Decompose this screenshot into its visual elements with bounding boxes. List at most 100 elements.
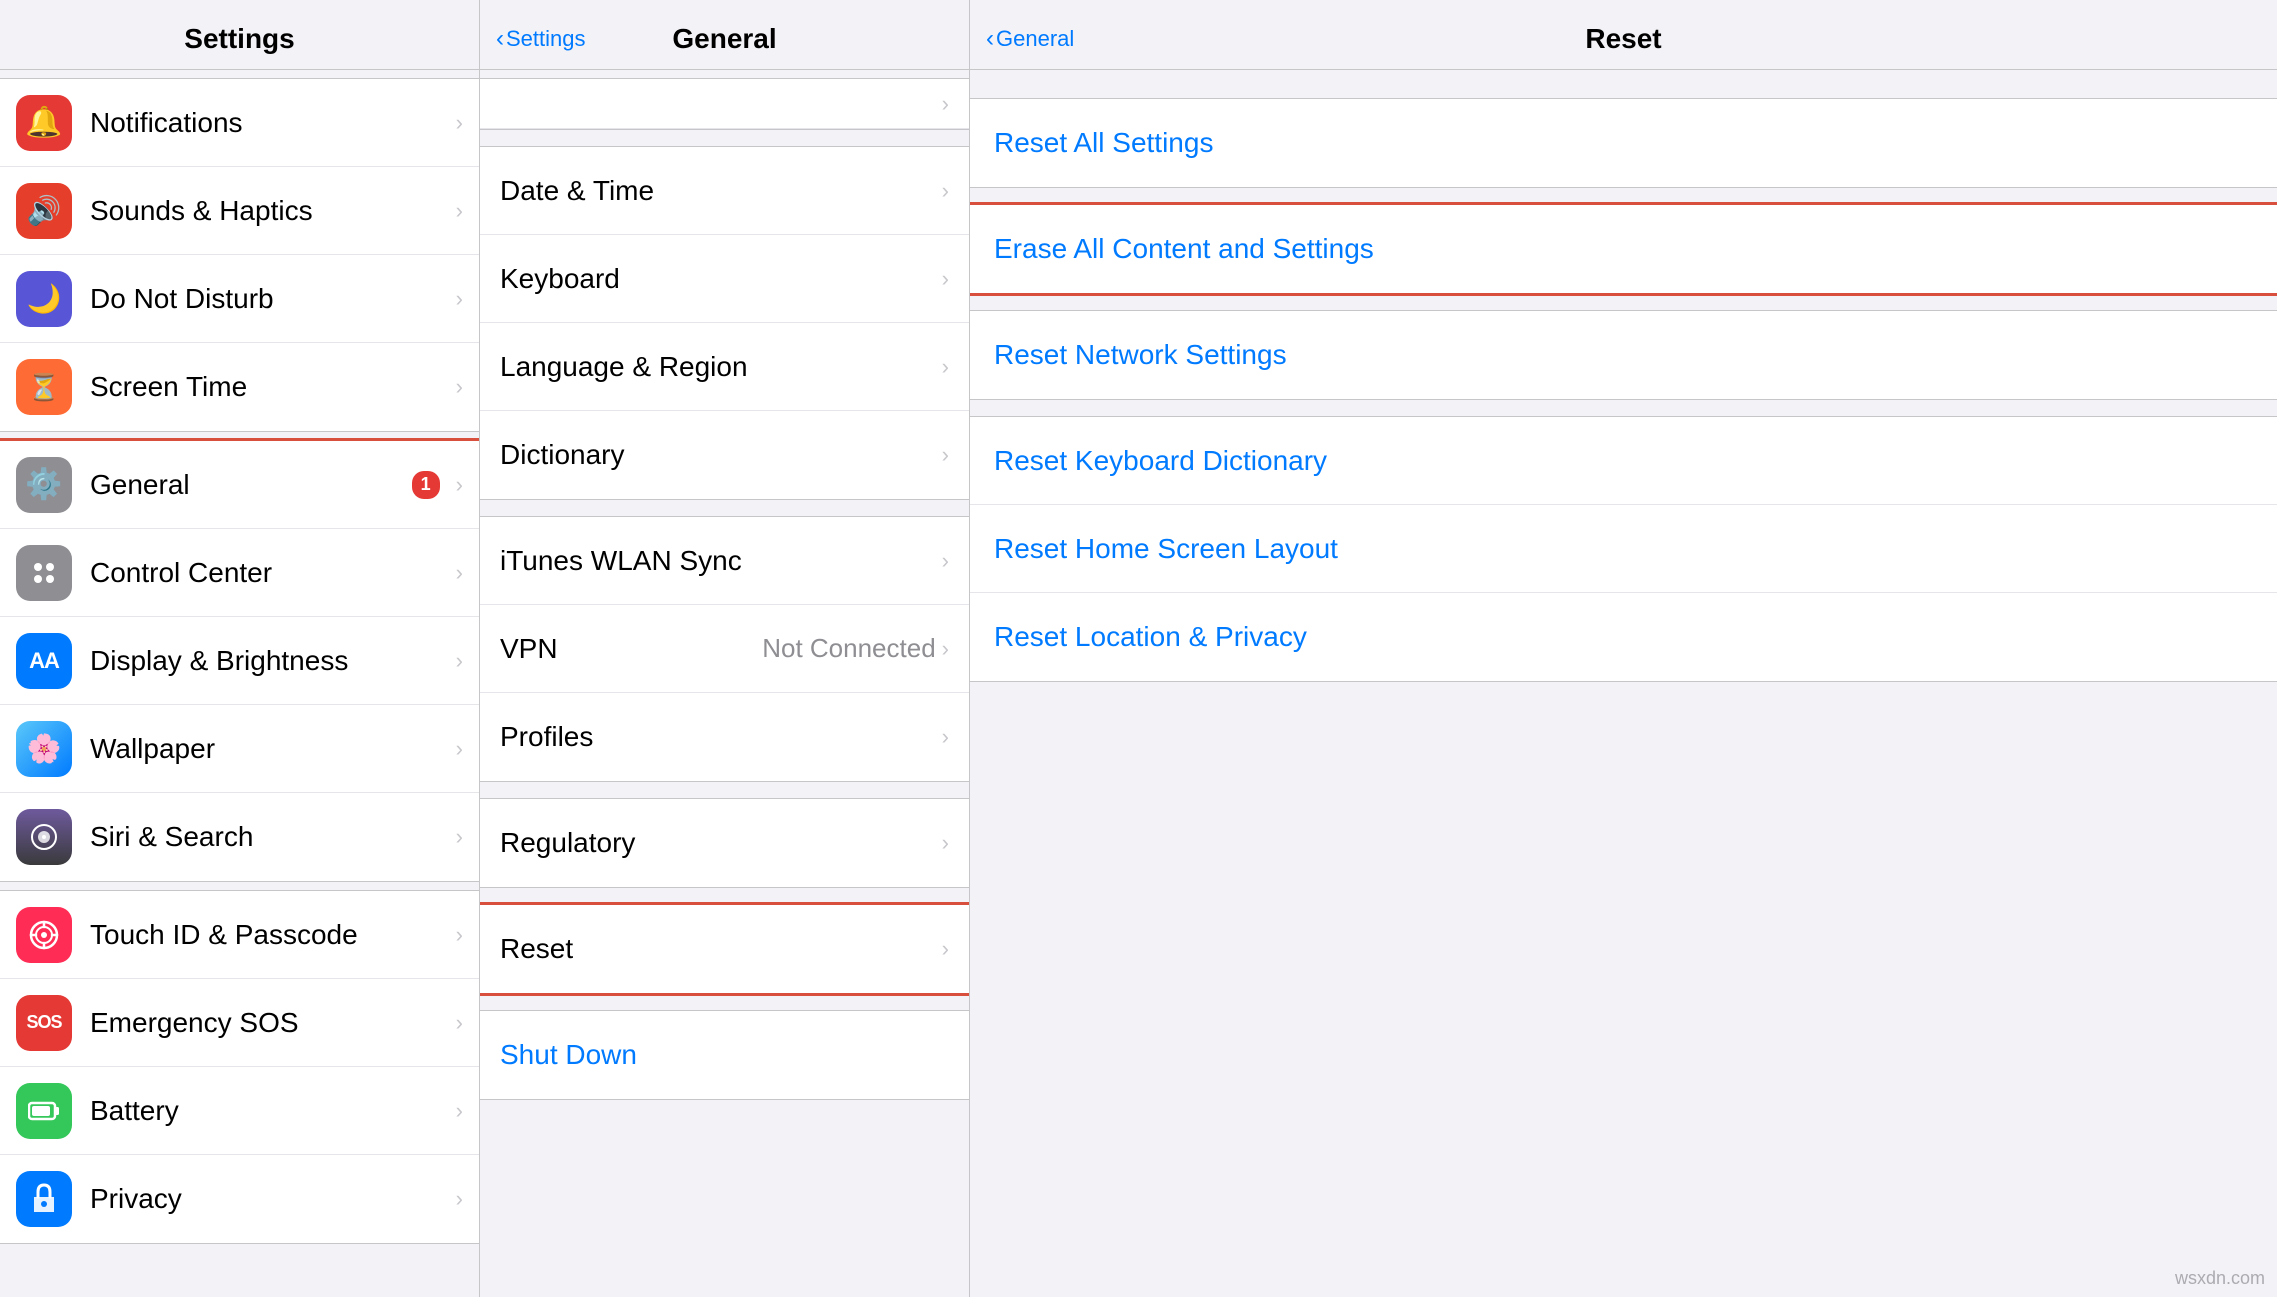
general-row-shutdown[interactable]: Shut Down <box>480 1011 969 1099</box>
settings-row-touchid[interactable]: Touch ID & Passcode › <box>0 891 479 979</box>
reset-row-location[interactable]: Reset Location & Privacy <box>970 593 2277 681</box>
general-partial-row: › <box>480 79 969 129</box>
keyboard-label: Keyboard <box>500 263 942 295</box>
general-group-1: Date & Time › Keyboard › Language & Regi… <box>480 146 969 500</box>
vpn-chevron: › <box>942 636 949 662</box>
reset-spacer-5 <box>970 690 2277 720</box>
touchid-chevron: › <box>456 922 463 948</box>
general-row-dictionary[interactable]: Dictionary › <box>480 411 969 499</box>
touchid-label: Touch ID & Passcode <box>90 919 450 951</box>
settings-row-screentime[interactable]: ⏳ Screen Time › <box>0 343 479 431</box>
vpn-label: VPN <box>500 633 762 665</box>
display-label: Display & Brightness <box>90 645 450 677</box>
reset-group-1: Reset All Settings <box>970 98 2277 188</box>
general-group-2: iTunes WLAN Sync › VPN Not Connected › P… <box>480 516 969 782</box>
settings-row-privacy[interactable]: Privacy › <box>0 1155 479 1243</box>
battery-chevron: › <box>456 1098 463 1124</box>
reset-group-3: Reset Network Settings <box>970 310 2277 400</box>
general-spacer-5 <box>480 1002 969 1010</box>
reset-back-chevron: ‹ <box>986 25 994 53</box>
profiles-label: Profiles <box>500 721 942 753</box>
reset-network-label: Reset Network Settings <box>994 339 1287 371</box>
reset-row-erase-all[interactable]: Erase All Content and Settings <box>970 205 2277 293</box>
watermark: wsxdn.com <box>2175 1268 2265 1289</box>
itunes-label: iTunes WLAN Sync <box>500 545 942 577</box>
wallpaper-icon: 🌸 <box>16 721 72 777</box>
reset-header: ‹ General Reset <box>970 0 2277 70</box>
general-back-button[interactable]: ‹ Settings <box>496 25 586 53</box>
siri-chevron: › <box>456 824 463 850</box>
datetime-label: Date & Time <box>500 175 942 207</box>
wallpaper-label: Wallpaper <box>90 733 450 765</box>
general-group-3: Regulatory › <box>480 798 969 888</box>
settings-row-sounds[interactable]: 🔊 Sounds & Haptics › <box>0 167 479 255</box>
notifications-label: Notifications <box>90 107 450 139</box>
settings-group-3: Touch ID & Passcode › SOS Emergency SOS … <box>0 890 479 1244</box>
reset-location-label: Reset Location & Privacy <box>994 621 1307 653</box>
general-row-keyboard[interactable]: Keyboard › <box>480 235 969 323</box>
general-row-language[interactable]: Language & Region › <box>480 323 969 411</box>
profiles-chevron: › <box>942 724 949 750</box>
language-label: Language & Region <box>500 351 942 383</box>
settings-row-wallpaper[interactable]: 🌸 Wallpaper › <box>0 705 479 793</box>
settings-row-display[interactable]: AA Display & Brightness › <box>0 617 479 705</box>
settings-row-donotdisturb[interactable]: 🌙 Do Not Disturb › <box>0 255 479 343</box>
settings-row-emergencysos[interactable]: SOS Emergency SOS › <box>0 979 479 1067</box>
privacy-label: Privacy <box>90 1183 450 1215</box>
settings-title: Settings <box>184 23 294 55</box>
screentime-icon: ⏳ <box>16 359 72 415</box>
general-icon: ⚙️ <box>16 457 72 513</box>
sounds-label: Sounds & Haptics <box>90 195 450 227</box>
general-group-5: Shut Down <box>480 1010 969 1100</box>
reset-row-keyboard-dict[interactable]: Reset Keyboard Dictionary <box>970 417 2277 505</box>
settings-group-1: 🔔 Notifications › 🔊 Sounds & Haptics › 🌙… <box>0 78 479 432</box>
siri-icon <box>16 809 72 865</box>
reset-spacer-3 <box>970 302 2277 310</box>
general-group-4: Reset › <box>480 904 969 994</box>
emergencysos-icon: SOS <box>16 995 72 1051</box>
reset-row-all-settings[interactable]: Reset All Settings <box>970 99 2277 187</box>
sounds-icon: 🔊 <box>16 183 72 239</box>
general-row-itunes[interactable]: iTunes WLAN Sync › <box>480 517 969 605</box>
reset-spacer-1 <box>970 78 2277 98</box>
reset-back-button[interactable]: ‹ General <box>986 25 1074 53</box>
emergencysos-label: Emergency SOS <box>90 1007 450 1039</box>
reset-home-label: Reset Home Screen Layout <box>994 533 1338 565</box>
shutdown-label: Shut Down <box>500 1039 637 1071</box>
dictionary-label: Dictionary <box>500 439 942 471</box>
general-row-regulatory[interactable]: Regulatory › <box>480 799 969 887</box>
reset-title: Reset <box>1585 23 1661 55</box>
settings-header: Settings <box>0 0 479 70</box>
general-row-datetime[interactable]: Date & Time › <box>480 147 969 235</box>
notifications-chevron: › <box>456 110 463 136</box>
reset-keyboard-label: Reset Keyboard Dictionary <box>994 445 1327 477</box>
language-chevron: › <box>942 354 949 380</box>
general-spacer-4 <box>480 896 969 904</box>
dictionary-chevron: › <box>942 442 949 468</box>
general-row-profiles[interactable]: Profiles › <box>480 693 969 781</box>
reset-row-home-screen[interactable]: Reset Home Screen Layout <box>970 505 2277 593</box>
controlcenter-label: Control Center <box>90 557 450 589</box>
settings-row-battery[interactable]: Battery › <box>0 1067 479 1155</box>
general-back-label: Settings <box>506 26 586 52</box>
keyboard-chevron: › <box>942 266 949 292</box>
general-badge: 1 <box>412 471 440 499</box>
reset-label: Reset <box>500 933 942 965</box>
settings-column: Settings 🔔 Notifications › 🔊 Sounds & Ha… <box>0 0 480 1297</box>
settings-row-general[interactable]: ⚙️ General 1 › <box>0 441 479 529</box>
emergencysos-chevron: › <box>456 1010 463 1036</box>
settings-row-controlcenter[interactable]: Control Center › <box>0 529 479 617</box>
reset-row-network[interactable]: Reset Network Settings <box>970 311 2277 399</box>
settings-row-siri[interactable]: Siri & Search › <box>0 793 479 881</box>
settings-row-notifications[interactable]: 🔔 Notifications › <box>0 79 479 167</box>
general-row-reset[interactable]: Reset › <box>480 905 969 993</box>
battery-label: Battery <box>90 1095 450 1127</box>
reset-group-2: Erase All Content and Settings <box>970 204 2277 294</box>
touchid-icon <box>16 907 72 963</box>
privacy-icon <box>16 1171 72 1227</box>
reset-back-label: General <box>996 26 1074 52</box>
controlcenter-icon <box>16 545 72 601</box>
general-row-vpn[interactable]: VPN Not Connected › <box>480 605 969 693</box>
datetime-chevron: › <box>942 178 949 204</box>
display-icon: AA <box>16 633 72 689</box>
